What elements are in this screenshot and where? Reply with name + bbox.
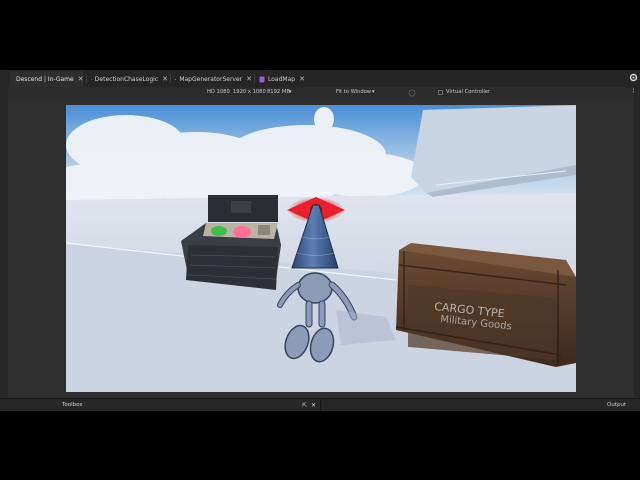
fit-to-window-select[interactable]: Fit to Window [336,89,371,95]
left-dock-strip [0,70,8,411]
right-dock-strip [634,87,640,411]
tab-descend-in-game[interactable]: Descend | In-Game ✕ [10,71,84,87]
virtual-controller-label: Virtual Controller [446,89,491,95]
game-viewport[interactable]: CARGO TYPE Military Goods [66,105,576,392]
panel-divider [320,399,321,411]
memory-select[interactable]: 8192 MB [267,89,290,95]
tab-divider [86,74,87,83]
tab-label: LoadMap [268,75,296,83]
tab-load-map[interactable]: LoadMap ✕ [256,71,306,87]
toolbox-panel-title[interactable]: Toolbox [62,402,83,408]
tab-bar: Descend | In-Game ✕ DetectionChaseLogic … [0,70,640,87]
virtual-controller-checkbox[interactable] [438,90,443,95]
tab-divider [170,74,171,83]
close-icon[interactable]: ✕ [299,75,305,83]
close-icon[interactable]: ✕ [162,75,168,83]
game-scene[interactable]: CARGO TYPE Military Goods [66,105,576,392]
output-panel-title[interactable]: Output [607,402,626,408]
tab-label: MapGeneratorServer [179,75,243,83]
tab-divider [254,74,255,83]
tab-label: DetectionChaseLogic [94,75,159,83]
script-icon [175,78,177,80]
chevron-down-icon[interactable]: ▾ [289,89,292,95]
bottom-dock-bar: Toolbox ⇱ ✕ Output [0,398,640,411]
close-icon[interactable]: ✕ [246,75,252,83]
close-icon[interactable]: ✕ [78,75,84,83]
close-icon[interactable]: ✕ [311,402,316,409]
robot-body [297,272,333,304]
settings-gear-icon[interactable] [629,73,638,82]
tab-label: Descend | In-Game [16,75,74,83]
device-emulation-bar: HD 1080 1920 x 1080 8192 MB ▾ Fit to Win… [0,87,640,99]
studio-window: Descend | In-Game ✕ DetectionChaseLogic … [0,70,640,411]
green-button[interactable] [211,226,227,236]
script-icon [259,76,265,82]
script-icon [91,78,92,80]
undock-icon[interactable]: ⇱ [302,402,307,409]
chevron-down-icon[interactable]: ▾ [372,89,375,95]
tab-detection-chase-logic[interactable]: DetectionChaseLogic ✕ [88,71,168,87]
resolution-label: 1920 x 1080 [233,89,266,95]
device-select[interactable]: HD 1080 [207,89,230,95]
orientation-icon[interactable] [408,89,416,97]
pink-button[interactable] [233,226,251,238]
tab-map-generator-server[interactable]: MapGeneratorServer ✕ [172,71,252,87]
